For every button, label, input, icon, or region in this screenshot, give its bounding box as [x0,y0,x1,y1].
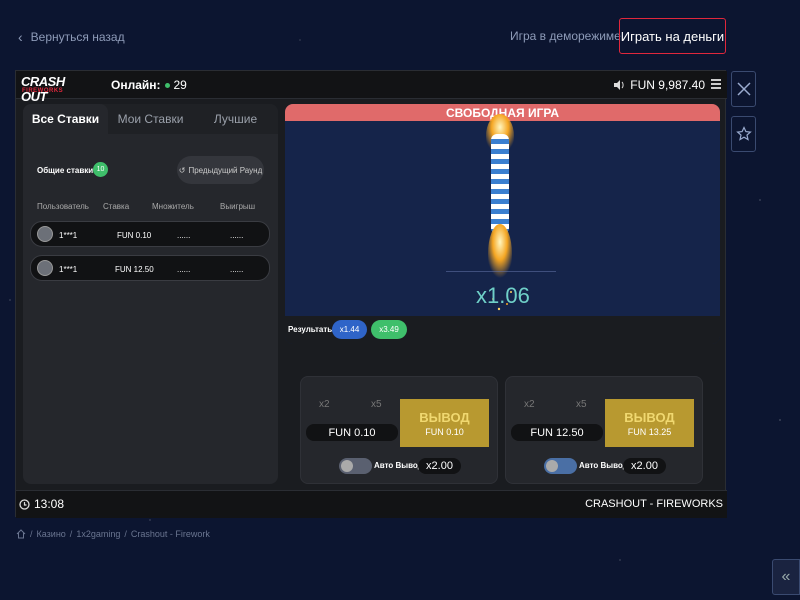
quick-x2-button[interactable]: x2 [319,399,330,410]
quick-x5-button[interactable]: x5 [576,399,587,410]
game-header: CRASH OUT FIREWORKS Онлайн: 29 FUN 9,987… [16,71,727,104]
favorite-button[interactable] [731,116,756,152]
game-name: CRASHOUT - FIREWORKS [585,498,723,510]
double-chevron-left-icon: « [781,568,791,585]
tab-top[interactable]: Лучшие [193,104,278,134]
col-mult: Множитель [152,202,194,211]
auto-cashout-value[interactable]: x2.00 [418,458,461,474]
breadcrumb-item[interactable]: 1x2gaming [76,529,120,539]
clock-icon [19,498,30,510]
game-window: CRASH OUT FIREWORKS Онлайн: 29 FUN 9,987… [15,70,727,518]
top-bar: ‹ Вернуться назад Игра в деморежиме Игра… [0,0,800,70]
breadcrumb-item[interactable]: Казино [37,529,66,539]
col-win: Выигрыш [220,202,256,211]
table-row: 1***1 FUN 12.50 ...... ...... [30,255,270,281]
online-label: Онлайн: [111,78,161,92]
quick-x5-button[interactable]: x5 [371,399,382,410]
previous-round-button[interactable]: ↺ Предыдущий Раунд [177,156,264,184]
auto-cashout-label: Авто Вывод [374,461,423,470]
play-for-money-button[interactable]: Играть на деньги [619,18,726,54]
cashout-button[interactable]: ВЫВОД FUN 0.10 [400,399,489,447]
back-label: Вернуться назад [30,30,125,44]
col-user: Пользователь [37,202,89,211]
crashout-logo: CRASH OUT FIREWORKS [21,74,65,104]
close-icon [736,82,751,96]
game-footer: 13:08 CRASHOUT - FIREWORKS [16,490,727,518]
star-icon [735,126,752,141]
balance-value: FUN 9,987.40 [630,78,705,92]
quick-x2-button[interactable]: x2 [524,399,535,410]
guide-line [446,271,556,272]
close-button[interactable] [731,71,756,107]
auto-cashout-row: Авто Вывод x2.00 [301,457,499,475]
bet-panel-1: x2 x5 FUN 0.10 ВЫВОД FUN 0.10 Авто Вывод… [300,376,498,484]
bets-panel: Все Ставки Мои Ставки Лучшие Общие ставк… [23,104,278,484]
demo-mode-link[interactable]: Игра в деморежиме [510,29,621,43]
total-bets-badge: 10 [93,162,108,177]
col-stake: Ставка [103,202,130,211]
stake-amount-field[interactable]: FUN 0.10 [306,424,398,441]
current-multiplier: x1.06 [476,283,530,308]
online-count: 29 [173,78,187,92]
total-bets-label: Общие ставки: [37,166,96,175]
speaker-icon[interactable] [614,80,625,90]
bet-panel-2: x2 x5 FUN 12.50 ВЫВОД FUN 13.25 Авто Выв… [505,376,703,484]
result-pill: x3.49 [371,320,407,339]
breadcrumb-item: Crashout - Firework [130,529,210,539]
breadcrumb: / Казино / 1x2gaming / Crashout - Firewo… [16,529,210,539]
results-bar: Результаты: x1.44 x3.49 [285,316,720,344]
online-counter: Онлайн: 29 [111,78,187,92]
stake-amount-field[interactable]: FUN 12.50 [511,424,603,441]
game-stage: СВОБОДНАЯ ИГРА x1.06 Результаты: x1.44 x… [285,104,720,344]
avatar [37,260,53,276]
balance-area: FUN 9,987.40 [614,78,705,92]
auto-cashout-value[interactable]: x2.00 [623,458,666,474]
auto-cashout-label: Авто Вывод [579,461,628,470]
collapse-sidebar-button[interactable]: « [772,559,800,595]
home-icon[interactable] [16,529,26,539]
auto-cashout-row: Авто Вывод x2.00 [506,457,704,475]
auto-cashout-toggle[interactable] [544,458,577,474]
chevron-left-icon: ‹ [18,29,23,45]
table-row: 1***1 FUN 0.10 ...... ...... [30,221,270,247]
back-link[interactable]: ‹ Вернуться назад [18,29,125,45]
bets-tabs: Все Ставки Мои Ставки Лучшие [23,104,278,134]
cashout-button[interactable]: ВЫВОД FUN 13.25 [605,399,694,447]
results-label: Результаты: [288,325,337,334]
auto-cashout-toggle[interactable] [339,458,372,474]
online-dot-icon [164,82,170,88]
avatar [37,226,53,242]
menu-icon[interactable] [711,79,721,89]
tab-all-bets[interactable]: Все Ставки [23,104,108,134]
tab-my-bets[interactable]: Мои Ставки [108,104,193,134]
result-pill: x1.44 [332,320,367,339]
history-icon: ↺ [178,165,186,175]
clock-time: 13:08 [34,497,65,511]
clock: 13:08 [19,497,64,511]
